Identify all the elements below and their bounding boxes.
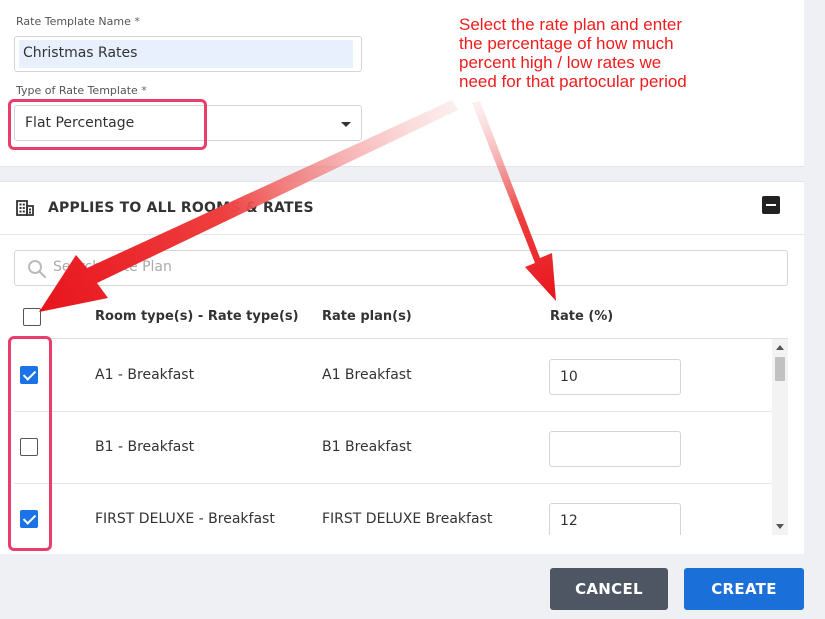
template-name-label: Rate Template Name * [16,15,140,28]
header-rate: Rate (%) [550,309,614,324]
scrollbar-thumb[interactable] [775,357,785,381]
search-input[interactable] [53,259,753,275]
header-rate-plan: Rate plan(s) [322,309,412,324]
template-name-field[interactable] [14,36,362,72]
create-button[interactable]: CREATE [684,568,804,610]
rate-plan-cell: A1 Breakfast [322,367,412,383]
room-rate-type-cell: B1 - Breakfast [95,439,195,455]
header-room-rate-type: Room type(s) - Rate type(s) [95,309,299,324]
minus-square-icon[interactable] [762,196,780,214]
rate-input[interactable] [549,503,681,535]
annotation-line: need for that partocular period [459,72,687,91]
annotation-note: Select the rate plan and enter the perce… [459,15,779,91]
building-icon [16,200,34,216]
chevron-down-icon [341,122,351,127]
checkbox-highlight-box [8,336,52,551]
scroll-up-icon[interactable] [776,345,784,350]
select-all-checkbox[interactable] [23,308,41,326]
type-highlight-box [8,99,207,150]
annotation-line: Select the rate plan and enter [459,15,683,34]
table-row: B1 - Breakfast B1 Breakfast [14,411,772,484]
search-rate-plan[interactable] [14,250,788,286]
annotation-line: the percentage of how much [459,34,674,53]
table-row: A1 - Breakfast A1 Breakfast [14,339,772,412]
scroll-down-icon[interactable] [776,524,784,529]
rate-input[interactable] [549,431,681,467]
table-row: FIRST DELUXE - Breakfast FIRST DELUXE Br… [14,483,772,535]
rate-input[interactable] [549,359,681,395]
rate-plan-cell: FIRST DELUXE Breakfast [322,511,493,527]
table-scrollbar[interactable] [772,339,788,535]
section-title: APPLIES TO ALL ROOMS & RATES [48,200,314,216]
cancel-button[interactable]: CANCEL [550,568,668,610]
table-header: Room type(s) - Rate type(s) Rate plan(s)… [14,294,788,339]
table-body: A1 - Breakfast A1 Breakfast B1 - Breakfa… [14,339,788,535]
rooms-rates-card: APPLIES TO ALL ROOMS & RATES Room type(s… [0,181,804,554]
template-name-input[interactable] [23,45,343,61]
room-rate-type-cell: FIRST DELUXE - Breakfast [95,511,275,527]
rate-plan-cell: B1 Breakfast [322,439,412,455]
room-rate-type-cell: A1 - Breakfast [95,367,195,383]
template-type-label: Type of Rate Template * [16,84,147,97]
section-header: APPLIES TO ALL ROOMS & RATES [0,182,804,235]
annotation-line: percent high / low rates we [459,53,662,72]
search-icon [28,260,47,279]
